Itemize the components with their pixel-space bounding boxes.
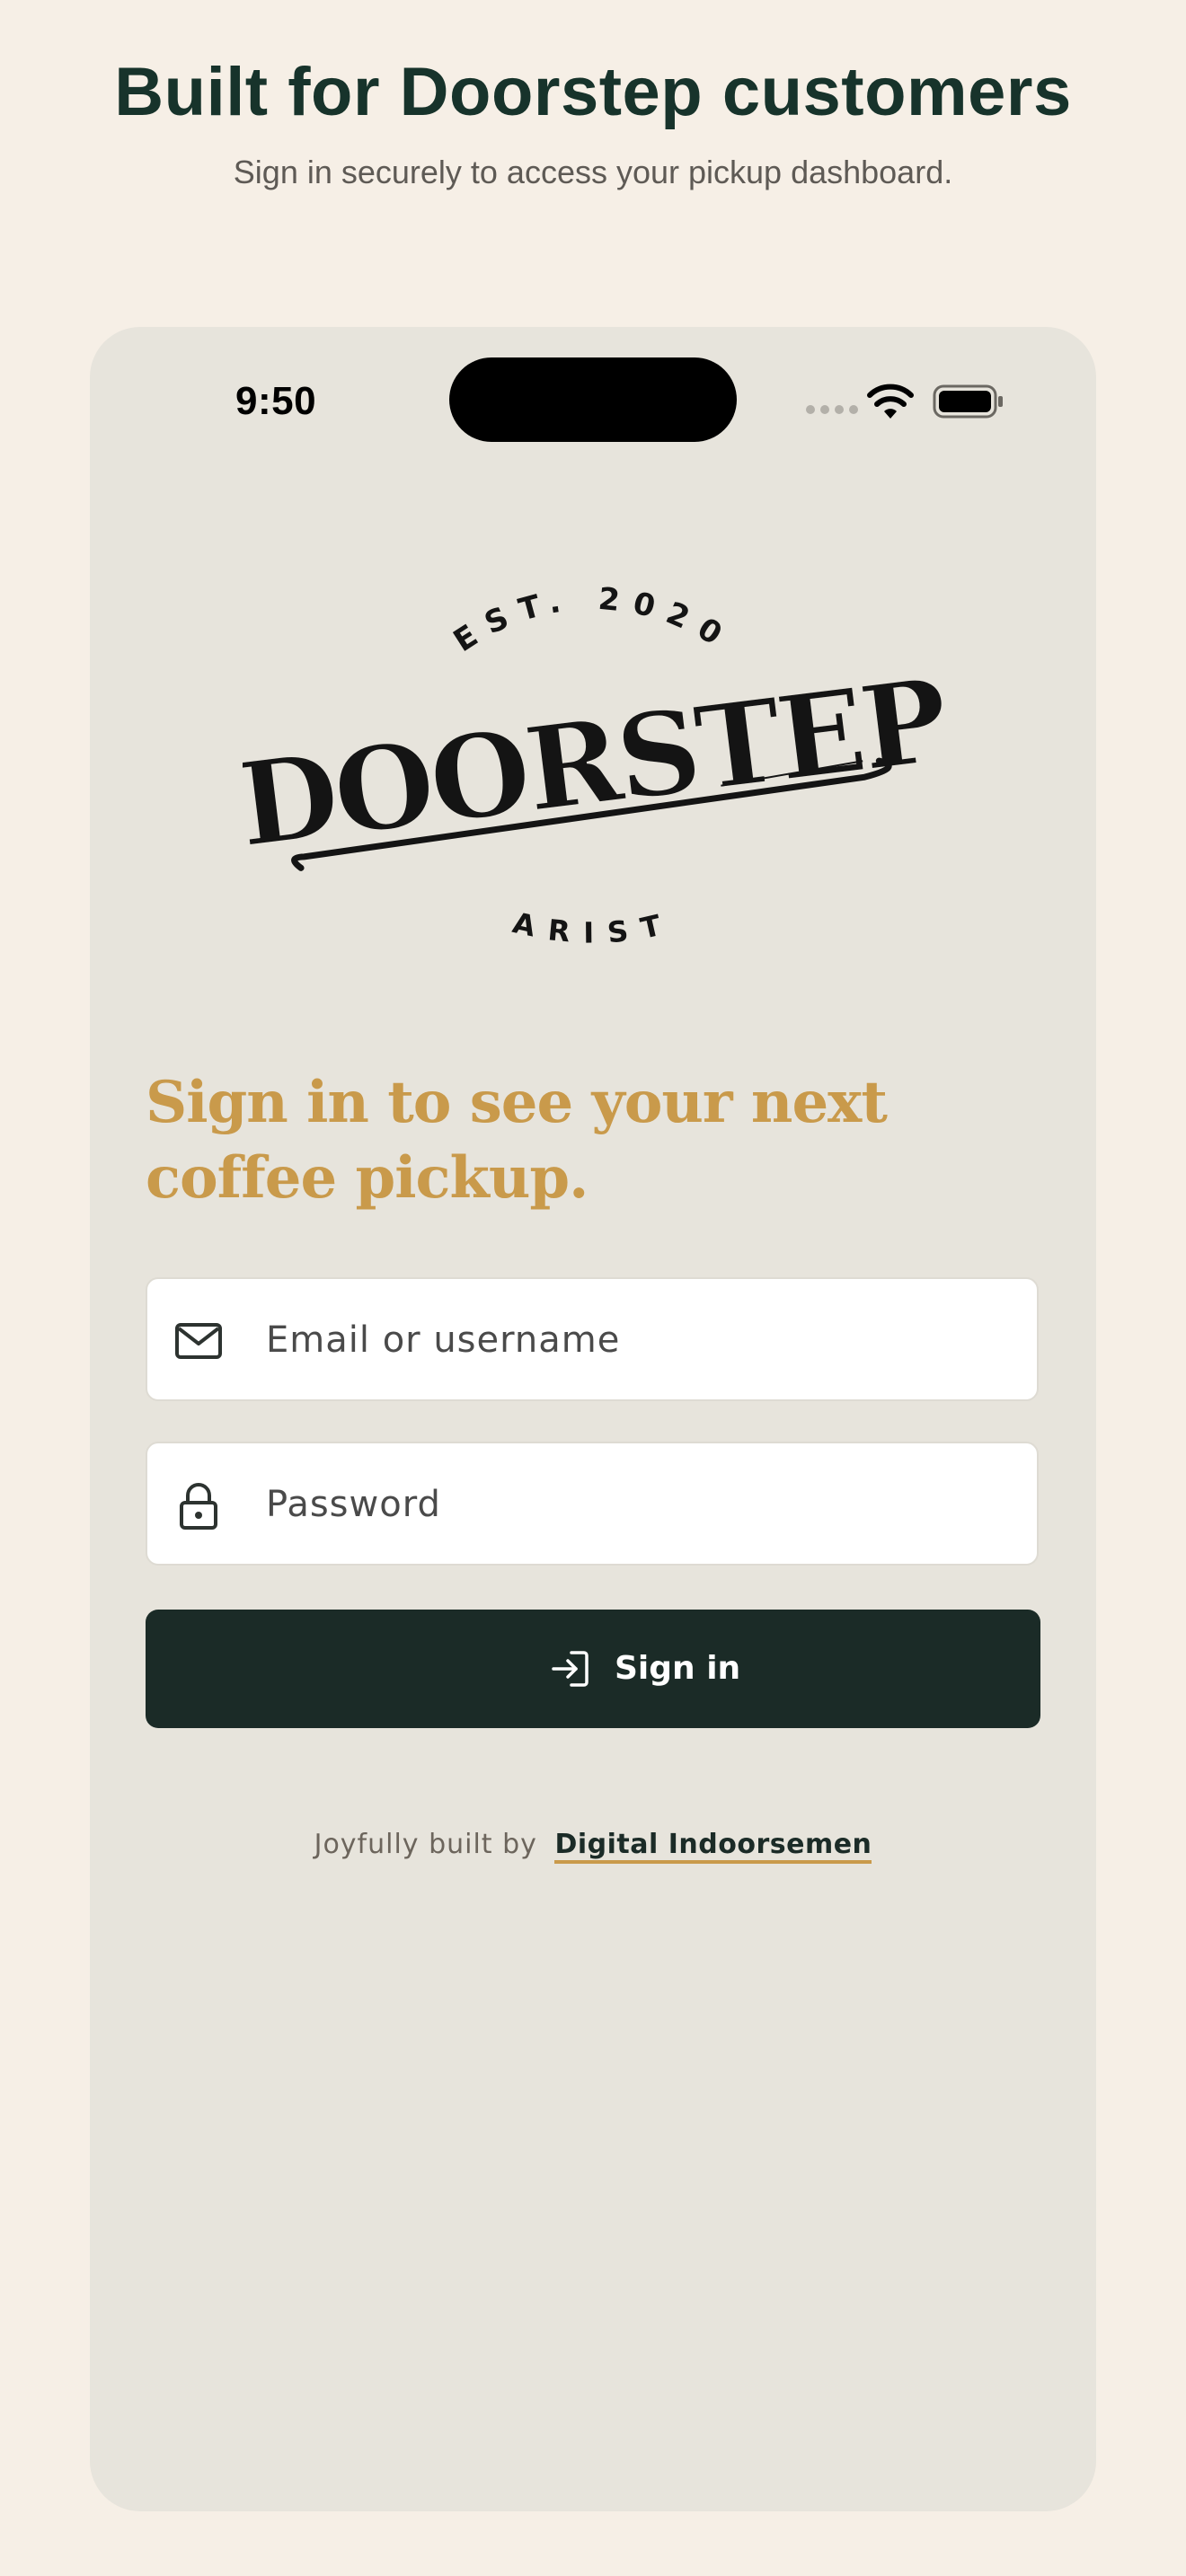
wifi-icon: [867, 384, 914, 419]
battery-icon: [933, 384, 1003, 419]
email-input[interactable]: [264, 1279, 1013, 1401]
page-subtitle: Sign in securely to access your pickup d…: [233, 154, 953, 190]
lock-icon: [180, 1483, 217, 1530]
phone-frame: 9:50 EST. 2020 DOORSTEP BARISTA: [90, 327, 1096, 2511]
sign-in-icon: [552, 1651, 589, 1687]
dynamic-island: [449, 357, 737, 442]
sign-in-label: Sign in: [615, 1650, 741, 1687]
footer-credit: Joyfully built by Digital Indoorsemen: [90, 1827, 1096, 1864]
login-headline: Sign in to see your next coffee pickup.: [146, 1069, 888, 1212]
page-title: Built for Doorstep customers: [114, 54, 1072, 130]
logo-est-text: EST. 2020: [447, 581, 739, 659]
email-field[interactable]: [146, 1277, 1039, 1401]
credit-link[interactable]: Digital Indoorsemen: [554, 1829, 872, 1864]
credit-prefix: Joyfully built by: [314, 1829, 537, 1860]
password-input[interactable]: [264, 1443, 1013, 1566]
doorstep-logo: EST. 2020 DOORSTEP BARISTA: [243, 534, 943, 950]
status-time: 9:50: [235, 379, 317, 423]
signal-icon: [806, 405, 858, 414]
sign-in-button[interactable]: Sign in: [146, 1610, 1040, 1728]
sign-in-button-content: Sign in: [146, 1610, 1040, 1728]
mail-icon: [175, 1323, 222, 1359]
password-field[interactable]: [146, 1442, 1039, 1566]
logo-brand-text: DOORSTEP: [243, 653, 943, 873]
